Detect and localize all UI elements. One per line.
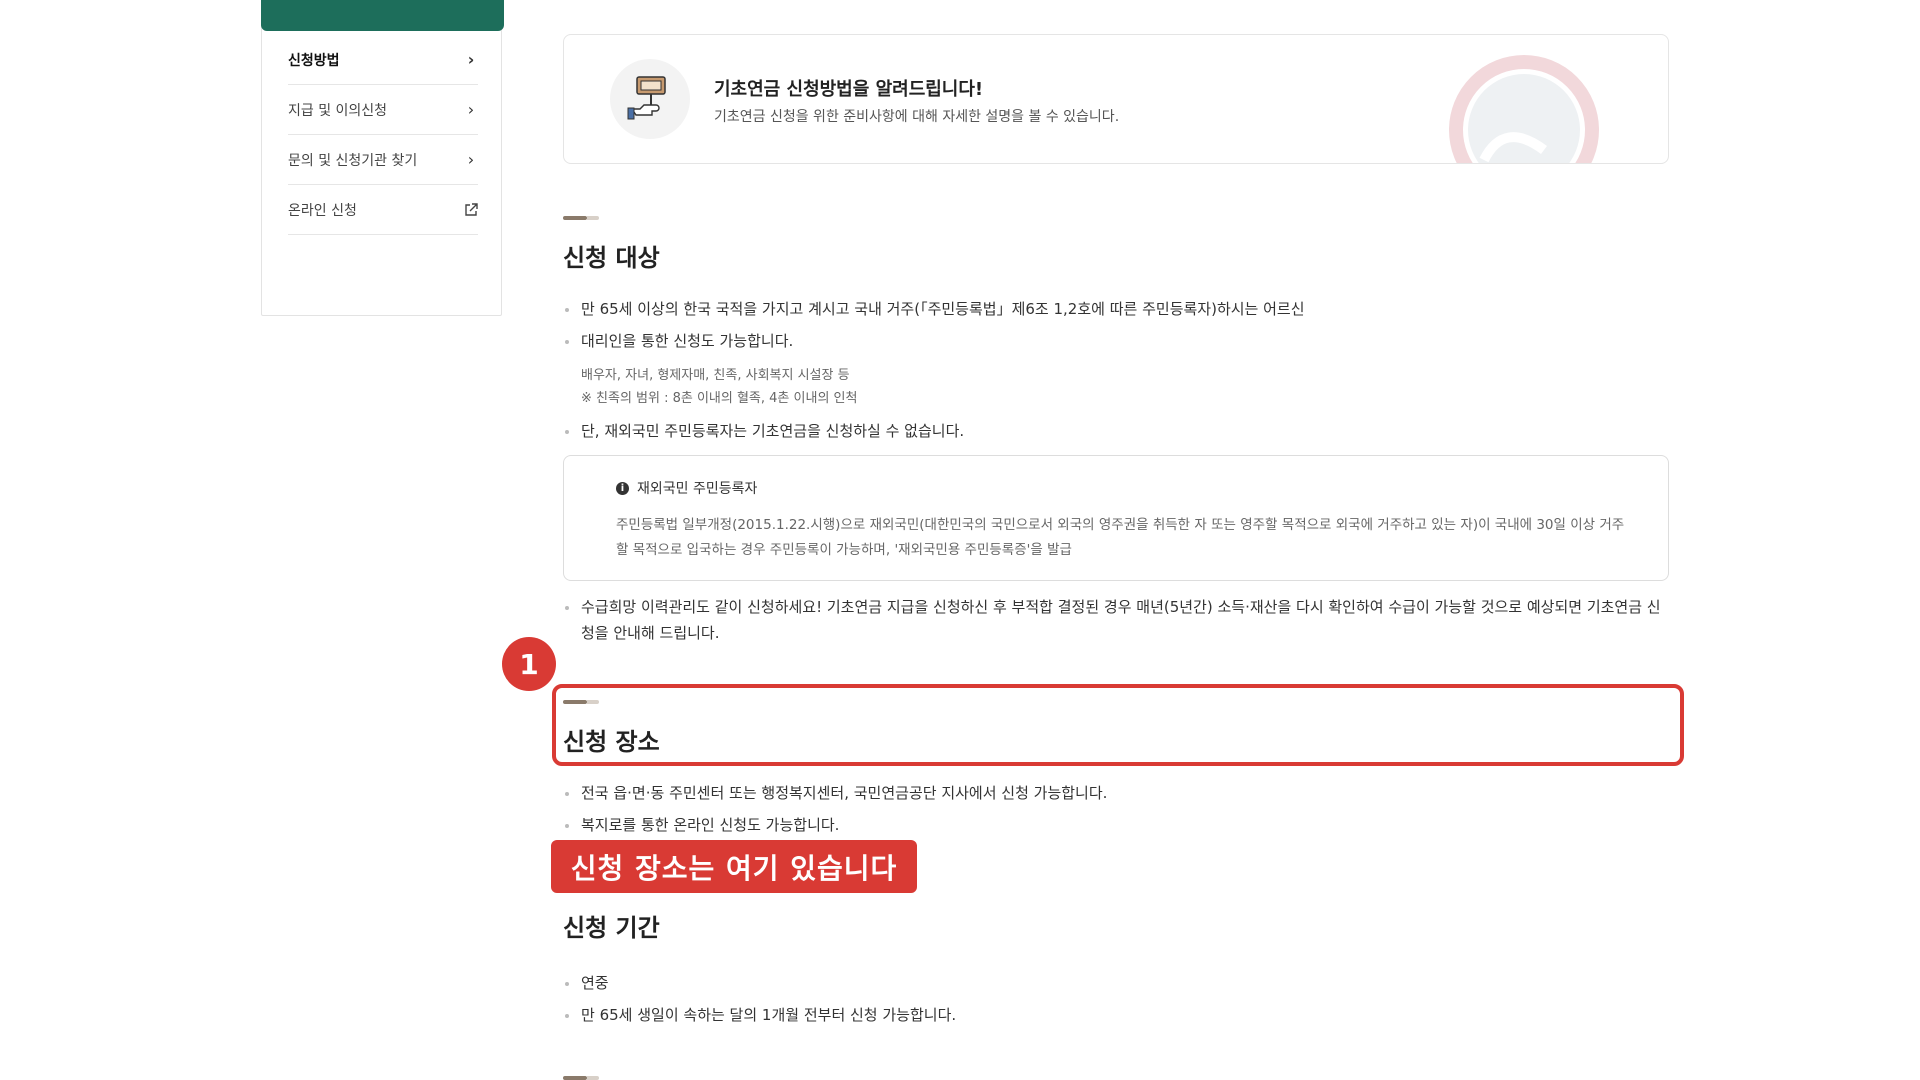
list-item: 단, 재외국민 주민등록자는 기초연금을 신청하실 수 없습니다. [563,418,1671,444]
intro-banner: 기초연금 신청방법을 알려드립니다! 기초연금 신청을 위한 준비사항에 대해 … [563,34,1669,164]
intro-description: 기초연금 신청을 위한 준비사항에 대해 자세한 설명을 볼 수 있습니다. [714,109,1120,125]
intro-icon-wrapper [610,59,690,139]
sub-note: 배우자, 자녀, 형제자매, 친족, 사회복지 시설장 등 [581,368,850,383]
list-item: 만 65세 생일이 속하는 달의 1개월 전부터 신청 가능합니다. [563,1002,1671,1028]
target-list: 단, 재외국민 주민등록자는 기초연금을 신청하실 수 없습니다. [563,418,1671,444]
target-list: 만 65세 이상의 한국 국적을 가지고 계시고 국내 거주(「주민등록법」제6… [563,296,1671,354]
step-marker: 1 [502,637,556,691]
list-item: 수급희망 이력관리도 같이 신청하세요! 기초연금 지급을 신청하신 후 부적합… [563,594,1671,646]
sidebar-item-label: 온라인 신청 [288,202,357,219]
sidebar-item-label: 지급 및 이의신청 [288,102,388,119]
period-list: 연중 만 65세 생일이 속하는 달의 1개월 전부터 신청 가능합니다. [563,970,1671,1028]
sidebar-item-label: 문의 및 신청기관 찾기 [288,152,418,169]
sidebar-item-inquiry-find-office[interactable]: 문의 및 신청기관 찾기 › [288,135,478,185]
external-link-icon [465,202,478,216]
sub-note: ※ 친족의 범위 : 8촌 이내의 혈족, 4촌 이내의 인척 [581,391,858,406]
sidebar-item-online-application[interactable]: 온라인 신청 [288,185,478,235]
place-list: 전국 읍·면·동 주민센터 또는 행정복지센터, 국민연금공단 지사에서 신청 … [563,780,1671,838]
info-box: i 재외국민 주민등록자 주민등록법 일부개정(2015.1.22.시행)으로 … [563,455,1669,581]
chevron-right-icon: › [467,50,475,69]
section-title: 신청 대상 [563,244,660,272]
list-item: 대리인을 통한 신청도 가능합니다. [563,328,1671,354]
section-period: 신청 기간 [563,890,660,943]
info-title-text: 재외국민 주민등록자 [637,481,758,497]
list-item: 연중 [563,970,1671,996]
info-text: 주민등록법 일부개정(2015.1.22.시행)으로 재외국민(대한민국의 국민… [616,517,1625,558]
section-title: 신청 기간 [563,914,660,942]
section-bar [563,216,599,220]
section-next [563,1076,599,1080]
target-list: 수급희망 이력관리도 같이 신청하세요! 기초연금 지급을 신청하신 후 부적합… [563,594,1671,646]
sidebar-header-bar [261,0,504,31]
chevron-right-icon: › [467,150,475,169]
chevron-right-icon: › [467,100,475,119]
list-item: 만 65세 이상의 한국 국적을 가지고 계시고 국내 거주(「주민등록법」제6… [563,296,1671,322]
list-item: 전국 읍·면·동 주민센터 또는 행정복지센터, 국민연금공단 지사에서 신청 … [563,780,1671,806]
sidebar-menu: 신청방법 › 지급 및 이의신청 › 문의 및 신청기관 찾기 › 온라인 신청 [288,35,478,235]
section-bar [563,1076,599,1080]
sidebar-item-payment-objection[interactable]: 지급 및 이의신청 › [288,85,478,135]
callout-label: 신청 장소는 여기 있습니다 [551,840,917,893]
taeguk-decoration [1449,55,1599,163]
highlight-box [552,684,1684,766]
sidebar-item-label: 신청방법 [288,52,340,69]
info-icon: i [616,481,629,495]
sidebar-item-application-method[interactable]: 신청방법 › [288,35,478,85]
section-target: 신청 대상 [563,216,660,273]
list-item: 복지로를 통한 온라인 신청도 가능합니다. [563,812,1671,838]
intro-title: 기초연금 신청방법을 알려드립니다! [714,79,984,100]
sidebar: 신청방법 › 지급 및 이의신청 › 문의 및 신청기관 찾기 › 온라인 신청 [261,0,504,316]
info-title: i 재외국민 주민등록자 [616,478,757,498]
hand-sign-icon [627,76,666,120]
